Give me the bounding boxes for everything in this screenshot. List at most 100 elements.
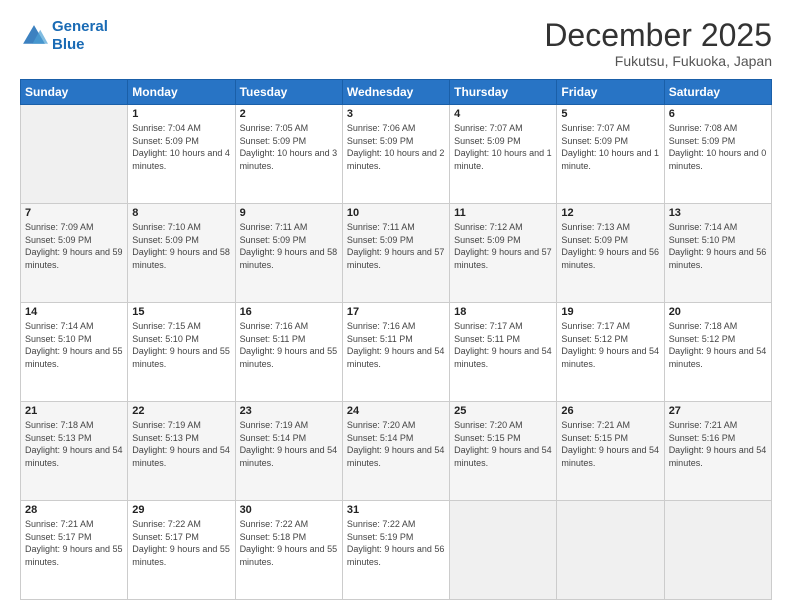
week-row-4: 21 Sunrise: 7:18 AMSunset: 5:13 PMDayligh… — [21, 402, 772, 501]
day-number: 20 — [669, 306, 767, 318]
calendar-cell: 16 Sunrise: 7:16 AMSunset: 5:11 PMDayligh… — [235, 303, 342, 402]
weekday-header-saturday: Saturday — [664, 80, 771, 105]
week-row-1: 1 Sunrise: 7:04 AMSunset: 5:09 PMDaylight… — [21, 105, 772, 204]
day-info: Sunrise: 7:15 AMSunset: 5:10 PMDaylight:… — [132, 320, 230, 370]
day-info: Sunrise: 7:06 AMSunset: 5:09 PMDaylight:… — [347, 122, 445, 172]
day-number: 23 — [240, 405, 338, 417]
day-info: Sunrise: 7:20 AMSunset: 5:14 PMDaylight:… — [347, 419, 445, 469]
day-info: Sunrise: 7:21 AMSunset: 5:15 PMDaylight:… — [561, 419, 659, 469]
day-info: Sunrise: 7:21 AMSunset: 5:16 PMDaylight:… — [669, 419, 767, 469]
calendar-cell: 9 Sunrise: 7:11 AMSunset: 5:09 PMDaylight… — [235, 204, 342, 303]
day-number: 21 — [25, 405, 123, 417]
calendar-cell: 29 Sunrise: 7:22 AMSunset: 5:17 PMDayligh… — [128, 501, 235, 600]
calendar-cell: 15Sunrise: 7:15 AMSunset: 5:10 PMDayligh… — [128, 303, 235, 402]
day-number: 30 — [240, 504, 338, 516]
day-info: Sunrise: 7:04 AMSunset: 5:09 PMDaylight:… — [132, 122, 230, 172]
week-row-2: 7Sunrise: 7:09 AMSunset: 5:09 PMDaylight… — [21, 204, 772, 303]
calendar-cell: 12Sunrise: 7:13 AMSunset: 5:09 PMDayligh… — [557, 204, 664, 303]
day-number: 16 — [240, 306, 338, 318]
day-number: 11 — [454, 207, 552, 219]
calendar-cell: 13 Sunrise: 7:14 AMSunset: 5:10 PMDayligh… — [664, 204, 771, 303]
logo: General Blue — [20, 18, 108, 54]
weekday-header-friday: Friday — [557, 80, 664, 105]
day-number: 8 — [132, 207, 230, 219]
day-info: Sunrise: 7:07 AMSunset: 5:09 PMDaylight:… — [454, 122, 552, 172]
day-number: 3 — [347, 108, 445, 120]
location: Fukutsu, Fukuoka, Japan — [544, 53, 772, 69]
day-number: 10 — [347, 207, 445, 219]
day-info: Sunrise: 7:14 AMSunset: 5:10 PMDaylight:… — [669, 221, 767, 271]
day-number: 1 — [132, 108, 230, 120]
calendar-cell: 25 Sunrise: 7:20 AMSunset: 5:15 PMDayligh… — [450, 402, 557, 501]
calendar-cell: 5Sunrise: 7:07 AMSunset: 5:09 PMDaylight… — [557, 105, 664, 204]
calendar-cell: 3 Sunrise: 7:06 AMSunset: 5:09 PMDaylight… — [342, 105, 449, 204]
day-info: Sunrise: 7:11 AMSunset: 5:09 PMDaylight:… — [347, 221, 445, 271]
day-number: 26 — [561, 405, 659, 417]
calendar-cell: 28 Sunrise: 7:21 AMSunset: 5:17 PMDayligh… — [21, 501, 128, 600]
day-number: 4 — [454, 108, 552, 120]
day-info: Sunrise: 7:14 AMSunset: 5:10 PMDaylight:… — [25, 320, 123, 370]
day-info: Sunrise: 7:18 AMSunset: 5:12 PMDaylight:… — [669, 320, 767, 370]
weekday-header-tuesday: Tuesday — [235, 80, 342, 105]
header: General Blue December 2025 Fukutsu, Fuku… — [20, 18, 772, 69]
day-number: 27 — [669, 405, 767, 417]
day-info: Sunrise: 7:22 AMSunset: 5:17 PMDaylight:… — [132, 518, 230, 568]
calendar-cell — [664, 501, 771, 600]
calendar-cell: 11Sunrise: 7:12 AMSunset: 5:09 PMDayligh… — [450, 204, 557, 303]
weekday-header-monday: Monday — [128, 80, 235, 105]
day-number: 31 — [347, 504, 445, 516]
day-info: Sunrise: 7:19 AMSunset: 5:13 PMDaylight:… — [132, 419, 230, 469]
day-info: Sunrise: 7:11 AMSunset: 5:09 PMDaylight:… — [240, 221, 338, 271]
calendar-cell: 17 Sunrise: 7:16 AMSunset: 5:11 PMDayligh… — [342, 303, 449, 402]
day-number: 12 — [561, 207, 659, 219]
calendar-cell: 2Sunrise: 7:05 AMSunset: 5:09 PMDaylight… — [235, 105, 342, 204]
calendar-cell: 24 Sunrise: 7:20 AMSunset: 5:14 PMDayligh… — [342, 402, 449, 501]
week-row-5: 28 Sunrise: 7:21 AMSunset: 5:17 PMDayligh… — [21, 501, 772, 600]
month-title: December 2025 — [544, 18, 772, 53]
title-block: December 2025 Fukutsu, Fukuoka, Japan — [544, 18, 772, 69]
day-number: 7 — [25, 207, 123, 219]
day-number: 17 — [347, 306, 445, 318]
day-info: Sunrise: 7:22 AMSunset: 5:19 PMDaylight:… — [347, 518, 445, 568]
weekday-header-sunday: Sunday — [21, 80, 128, 105]
calendar-cell: 6Sunrise: 7:08 AMSunset: 5:09 PMDaylight… — [664, 105, 771, 204]
day-number: 22 — [132, 405, 230, 417]
day-info: Sunrise: 7:17 AMSunset: 5:11 PMDaylight:… — [454, 320, 552, 370]
calendar-cell: 7Sunrise: 7:09 AMSunset: 5:09 PMDaylight… — [21, 204, 128, 303]
calendar-cell — [450, 501, 557, 600]
day-number: 13 — [669, 207, 767, 219]
page: General Blue December 2025 Fukutsu, Fuku… — [0, 0, 792, 612]
day-info: Sunrise: 7:22 AMSunset: 5:18 PMDaylight:… — [240, 518, 338, 568]
day-info: Sunrise: 7:21 AMSunset: 5:17 PMDaylight:… — [25, 518, 123, 568]
day-info: Sunrise: 7:18 AMSunset: 5:13 PMDaylight:… — [25, 419, 123, 469]
calendar-cell: 20 Sunrise: 7:18 AMSunset: 5:12 PMDayligh… — [664, 303, 771, 402]
calendar-cell: 19 Sunrise: 7:17 AMSunset: 5:12 PMDayligh… — [557, 303, 664, 402]
day-number: 24 — [347, 405, 445, 417]
day-number: 5 — [561, 108, 659, 120]
day-number: 25 — [454, 405, 552, 417]
day-number: 18 — [454, 306, 552, 318]
week-row-3: 14 Sunrise: 7:14 AMSunset: 5:10 PMDayligh… — [21, 303, 772, 402]
calendar-cell — [21, 105, 128, 204]
day-info: Sunrise: 7:20 AMSunset: 5:15 PMDaylight:… — [454, 419, 552, 469]
day-number: 2 — [240, 108, 338, 120]
day-info: Sunrise: 7:19 AMSunset: 5:14 PMDaylight:… — [240, 419, 338, 469]
day-info: Sunrise: 7:10 AMSunset: 5:09 PMDaylight:… — [132, 221, 230, 271]
day-number: 14 — [25, 306, 123, 318]
day-info: Sunrise: 7:16 AMSunset: 5:11 PMDaylight:… — [240, 320, 338, 370]
day-number: 29 — [132, 504, 230, 516]
calendar-cell: 10 Sunrise: 7:11 AMSunset: 5:09 PMDayligh… — [342, 204, 449, 303]
day-number: 9 — [240, 207, 338, 219]
weekday-header-row: SundayMondayTuesdayWednesdayThursdayFrid… — [21, 80, 772, 105]
calendar-cell: 18 Sunrise: 7:17 AMSunset: 5:11 PMDayligh… — [450, 303, 557, 402]
day-number: 19 — [561, 306, 659, 318]
logo-icon — [20, 22, 48, 50]
calendar-cell: 14 Sunrise: 7:14 AMSunset: 5:10 PMDayligh… — [21, 303, 128, 402]
day-info: Sunrise: 7:17 AMSunset: 5:12 PMDaylight:… — [561, 320, 659, 370]
calendar-cell: 31 Sunrise: 7:22 AMSunset: 5:19 PMDayligh… — [342, 501, 449, 600]
logo-text: General Blue — [52, 18, 108, 54]
day-info: Sunrise: 7:16 AMSunset: 5:11 PMDaylight:… — [347, 320, 445, 370]
calendar-cell: 4 Sunrise: 7:07 AMSunset: 5:09 PMDaylight… — [450, 105, 557, 204]
weekday-header-wednesday: Wednesday — [342, 80, 449, 105]
day-number: 28 — [25, 504, 123, 516]
